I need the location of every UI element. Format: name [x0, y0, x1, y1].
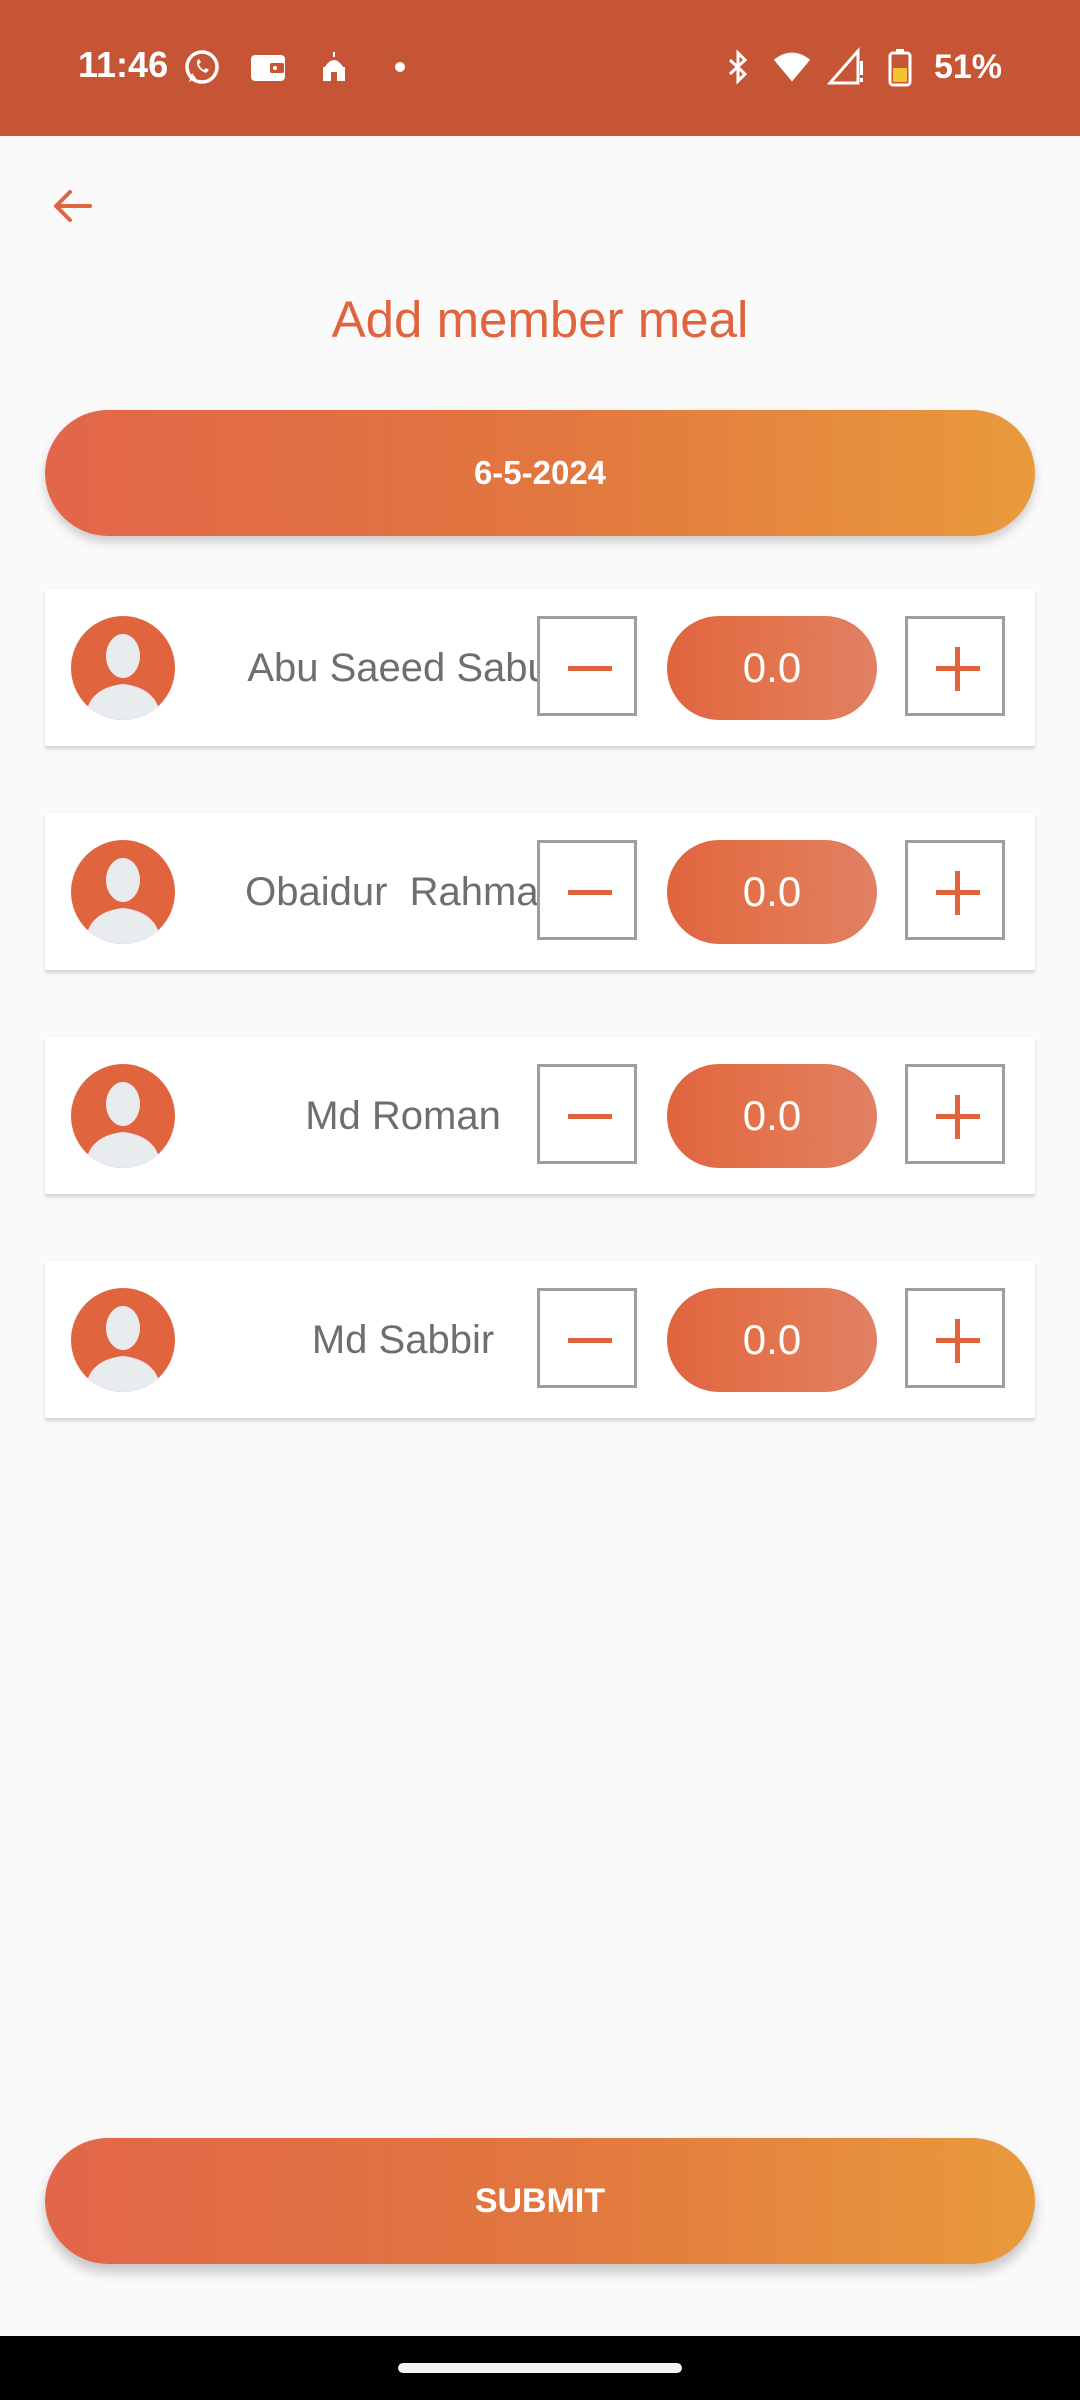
- member-card: Md Sabbir 0.0: [45, 1262, 1035, 1418]
- minus-icon: [568, 1338, 612, 1343]
- back-button[interactable]: [44, 178, 100, 234]
- increase-button[interactable]: [905, 1288, 1005, 1388]
- decrease-button[interactable]: [537, 616, 637, 716]
- battery-icon: [880, 47, 920, 87]
- submit-button[interactable]: SUBMIT: [45, 2138, 1035, 2264]
- status-time: 11:46: [78, 44, 169, 85]
- home-handle[interactable]: [398, 2363, 682, 2373]
- member-card: Abu Saeed Sabuj 0.0: [45, 590, 1035, 746]
- increase-button[interactable]: [905, 840, 1005, 940]
- decrease-button[interactable]: [537, 1064, 637, 1164]
- battery-percent: 51%: [933, 47, 1002, 86]
- bluetooth-icon: [718, 47, 758, 87]
- status-bar: 11:46 51%: [0, 0, 1080, 136]
- meal-count: 0.0: [667, 1064, 877, 1168]
- minus-icon: [568, 1114, 612, 1119]
- increase-button[interactable]: [905, 616, 1005, 716]
- avatar: [71, 616, 175, 720]
- member-card: Obaidur Rahman 0.0: [45, 814, 1035, 970]
- wifi-icon: [772, 47, 812, 87]
- minus-icon: [568, 890, 612, 895]
- notification-dot-icon: [380, 47, 420, 87]
- member-card: Md Roman 0.0: [45, 1038, 1035, 1194]
- minus-icon: [568, 666, 612, 671]
- avatar: [71, 1288, 175, 1392]
- decrease-button[interactable]: [537, 1288, 637, 1388]
- decrease-button[interactable]: [537, 840, 637, 940]
- signal-icon: [826, 47, 866, 87]
- meal-count: 0.0: [667, 840, 877, 944]
- whatsapp-icon: [182, 47, 222, 87]
- arrow-left-icon: [54, 190, 92, 222]
- avatar: [71, 840, 175, 944]
- page-title: Add member meal: [331, 291, 749, 348]
- meal-count: 0.0: [667, 1288, 877, 1392]
- date-picker-button[interactable]: 6-5-2024: [45, 410, 1035, 536]
- avatar: [71, 1064, 175, 1168]
- increase-button[interactable]: [905, 1064, 1005, 1164]
- wallet-icon: [248, 47, 288, 87]
- mosque-icon: [314, 47, 354, 87]
- meal-count: 0.0: [667, 616, 877, 720]
- navigation-bar: [0, 2336, 1080, 2400]
